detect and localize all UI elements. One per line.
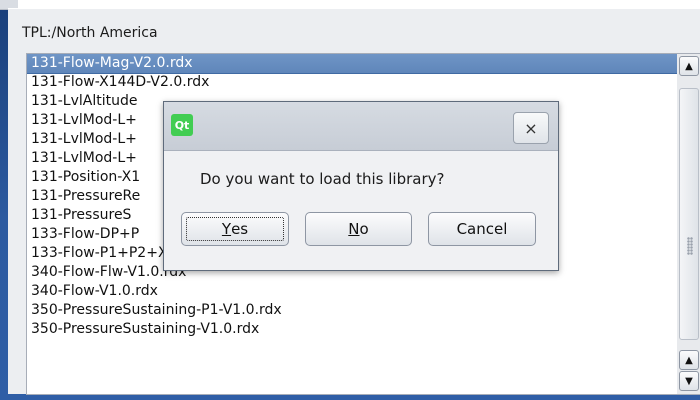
file-list-item[interactable]: 131-Flow-X144D-V2.0.rdx xyxy=(27,73,677,92)
scroll-up-button-lower[interactable]: ▲ xyxy=(679,350,699,370)
grip-icon xyxy=(687,237,693,255)
no-mnemonic: N xyxy=(348,220,360,238)
load-library-dialog: Qt × Do you want to load this library? Y… xyxy=(163,101,559,271)
library-path-label: TPL:/North America xyxy=(22,25,158,41)
window-top-edge xyxy=(0,0,700,8)
file-list-item[interactable]: 350-PressureSustaining-P1-V1.0.rdx xyxy=(27,301,677,320)
qt-logo-icon: Qt xyxy=(171,114,193,136)
scroll-up-button[interactable]: ▲ xyxy=(679,56,699,76)
no-label: o xyxy=(359,220,369,238)
file-list-item[interactable]: 131-Flow-Mag-V2.0.rdx xyxy=(27,54,677,74)
dialog-titlebar[interactable]: Qt × xyxy=(164,102,558,151)
close-icon: × xyxy=(524,118,538,138)
cancel-button[interactable]: Cancel xyxy=(428,212,536,246)
dialog-message: Do you want to load this library? xyxy=(200,170,445,188)
close-button[interactable]: × xyxy=(513,112,549,144)
file-list-item[interactable]: 340-Flow-V1.0.rdx xyxy=(27,282,677,301)
arrow-down-icon: ▼ xyxy=(685,375,693,387)
scroll-down-button[interactable]: ▼ xyxy=(679,371,699,391)
focus-rect xyxy=(186,217,284,241)
scrollbar-thumb[interactable] xyxy=(679,88,699,340)
arrow-up-icon: ▲ xyxy=(685,354,693,366)
list-scrollbar[interactable]: ▲ ▲ ▼ xyxy=(677,53,700,395)
yes-button[interactable]: Yes xyxy=(181,212,289,246)
no-button[interactable]: No xyxy=(305,212,412,246)
arrow-up-icon: ▲ xyxy=(685,60,693,72)
file-list-item[interactable]: 350-PressureSustaining-V1.0.rdx xyxy=(27,320,677,339)
